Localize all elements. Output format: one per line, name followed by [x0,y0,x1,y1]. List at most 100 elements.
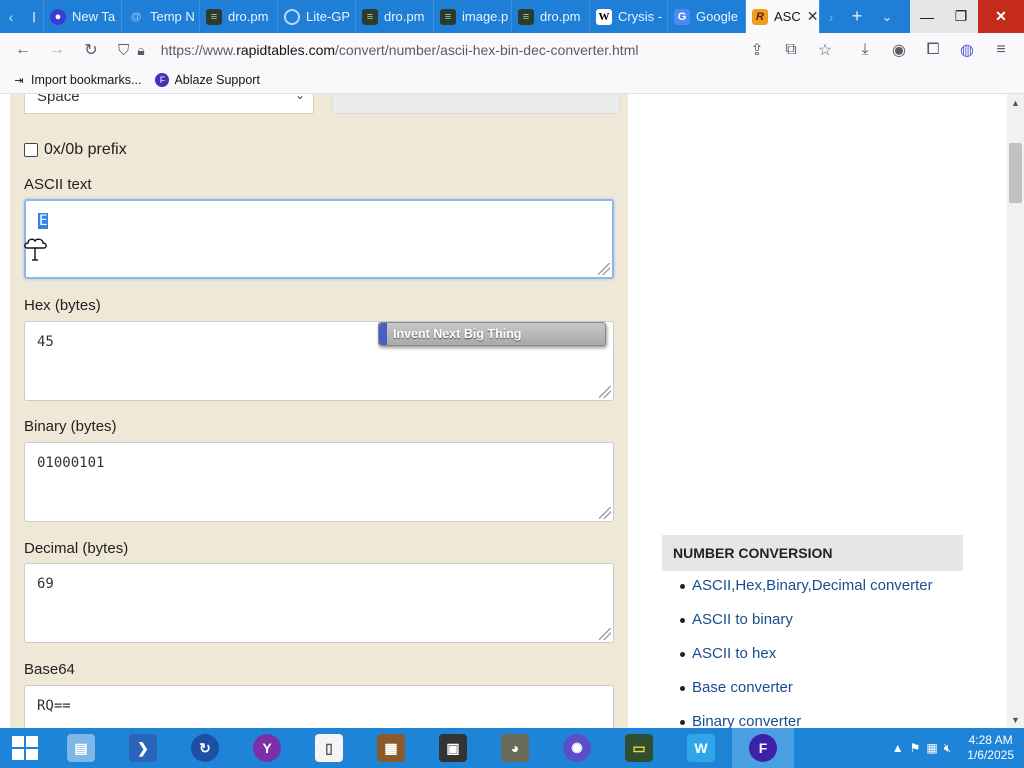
tab-scroll-right-button[interactable]: › [820,0,842,33]
taskbar-yahoo[interactable]: Y [236,728,298,768]
charset-field[interactable] [332,94,620,114]
sidebar-link[interactable]: ASCII,Hex,Binary,Decimal converter [680,577,933,611]
bookmark-ablaze[interactable]: F Ablaze Support [155,73,260,87]
account-icon[interactable]: ◉ [882,33,916,67]
security-alert-icon[interactable]: ⚑ [910,741,921,755]
close-tab-icon[interactable]: ✕ [807,8,819,25]
picture-in-picture-icon[interactable]: ⧉ [774,33,808,67]
import-icon: ⇥ [14,74,24,87]
menu-icon[interactable]: ≡ [984,33,1018,67]
downloads-icon[interactable]: ⤓ [848,33,882,67]
tab-new-tab[interactable]: ● New Ta [44,0,122,33]
resize-grip-icon[interactable] [599,507,611,519]
binary-textarea[interactable]: 01000101 [24,442,614,522]
converter-panel: Space ⌄ 0x/0b prefix ASCII text E Hex (b… [10,94,628,728]
url-text: https://www.rapidtables.com/convert/numb… [160,42,639,58]
network-icon[interactable]: ▦ [926,741,937,755]
decimal-textarea[interactable]: 69 [24,563,614,643]
close-window-button[interactable]: ✕ [978,0,1024,33]
sync-icon: ↻ [191,734,219,762]
powershell-icon: ❯ [129,734,157,762]
taskbar-media-app[interactable]: ▣ [422,728,484,768]
lite-globe-icon [284,8,300,25]
taskbar-file-explorer[interactable]: ▤ [50,728,112,768]
media-player-icon: ▣ [439,734,467,762]
share-icon[interactable]: ⇪ [740,33,774,67]
tab-label: Lite-GP [306,9,351,24]
tab-strip: ‹ | ● New Ta @ Temp N ≡ dro.pm Lite-GP ≡… [0,0,1024,33]
url-bar[interactable]: ⛉ 🔒︎ https://www.rapidtables.com/convert… [118,36,838,64]
profile-icon[interactable]: ◍ [950,33,984,67]
new-tab-button[interactable]: + [842,0,872,33]
base64-textarea[interactable]: RQ== [24,685,614,728]
taskbar-minecraft[interactable]: ▦ [360,728,422,768]
floating-banner[interactable]: Invent Next Big Thing [378,322,606,346]
restore-button[interactable]: ❐ [944,0,978,33]
tab-temp-mail[interactable]: @ Temp N [122,0,200,33]
tab-image-p[interactable]: ≡ image.p [434,0,512,33]
prefix-option[interactable]: 0x/0b prefix [24,141,127,159]
bookmark-import[interactable]: ⇥ Import bookmarks... [12,73,141,87]
tracking-shield-icon[interactable]: ⛉ [118,42,129,59]
tab-label: Google [696,9,738,24]
file-explorer-icon: ▤ [67,734,95,762]
resize-grip-icon[interactable] [598,263,610,275]
resize-grip-icon[interactable] [599,628,611,640]
tab-scroll-left-button[interactable]: ‹ [0,0,22,33]
google-translate-icon: G [674,8,690,25]
tab-dro-pm-3[interactable]: ≡ dro.pm [512,0,590,33]
scroll-up-icon[interactable]: ▲ [1007,94,1024,111]
tab-dro-pm-1[interactable]: ≡ dro.pm [200,0,278,33]
scrollbar-thumb[interactable] [1009,143,1022,203]
clock[interactable]: 4:28 AM 1/6/2025 [967,733,1014,763]
bookmarks-bar: ⇥ Import bookmarks... F Ablaze Support [0,67,1024,94]
tab-label: ASC [774,9,801,24]
tab-google-translate[interactable]: G Google [668,0,746,33]
delimiter-select[interactable]: Space ⌄ [24,94,314,114]
minimize-button[interactable]: — [910,0,944,33]
ascii-textarea[interactable]: E [24,199,614,279]
list-all-tabs-button[interactable]: ⌄ [872,0,902,33]
sidebar-link[interactable]: Binary converter [680,713,933,728]
sidebar-link[interactable]: ASCII to hex [680,645,933,679]
taskbar-monitor-app[interactable]: ▭ [608,728,670,768]
taskbar-sync-app[interactable]: ↻ [174,728,236,768]
taskbar-ablaze-browser[interactable]: F [732,728,794,768]
taskbar-gimp[interactable]: ◕ [484,728,546,768]
tab-firefox-view[interactable]: | [22,0,44,33]
extensions-icon[interactable]: ⧠ [916,33,950,67]
minecraft-icon: ▦ [377,734,405,762]
sidebar-links: ASCII,Hex,Binary,Decimal converter ASCII… [680,577,933,728]
forward-button[interactable]: → [40,33,74,67]
tab-ascii-active[interactable]: R ASC ✕ [746,0,820,33]
sidebar-link[interactable]: ASCII to binary [680,611,933,645]
dropm-icon: ≡ [440,8,456,25]
scroll-down-icon[interactable]: ▼ [1007,711,1024,728]
decimal-label: Decimal (bytes) [24,540,129,557]
sidebar-link[interactable]: Base converter [680,679,933,713]
page-viewport: Space ⌄ 0x/0b prefix ASCII text E Hex (b… [0,94,1024,728]
base64-label: Base64 [24,661,75,678]
tab-label: Crysis - [618,9,663,24]
taskbar-virus-app[interactable]: ✺ [546,728,608,768]
ascii-value: E [38,213,49,229]
volume-muted-icon[interactable]: 🔇︎ [944,741,952,756]
lock-icon[interactable]: 🔒︎ [137,42,144,59]
taskbar-notepad[interactable]: ▯ [298,728,360,768]
resize-grip-icon[interactable] [599,386,611,398]
document-icon: ▯ [315,734,343,762]
prefix-checkbox[interactable] [24,143,38,157]
spiky-ball-icon: ✺ [563,734,591,762]
page-scrollbar[interactable]: ▲ ▼ [1007,94,1024,728]
taskbar-w-app[interactable]: W [670,728,732,768]
taskbar-powershell[interactable]: ❯ [112,728,174,768]
tab-lite-gpt[interactable]: Lite-GP [278,0,356,33]
start-button[interactable] [0,728,50,768]
tab-crysis-wiki[interactable]: W Crysis - [590,0,668,33]
gimp-icon: ◕ [501,734,529,762]
bookmark-star-icon[interactable]: ☆ [808,33,842,67]
show-hidden-icons-button[interactable]: ▲ [892,741,904,755]
tab-dro-pm-2[interactable]: ≡ dro.pm [356,0,434,33]
back-button[interactable]: ← [6,33,40,67]
reload-button[interactable]: ↻ [74,33,108,67]
